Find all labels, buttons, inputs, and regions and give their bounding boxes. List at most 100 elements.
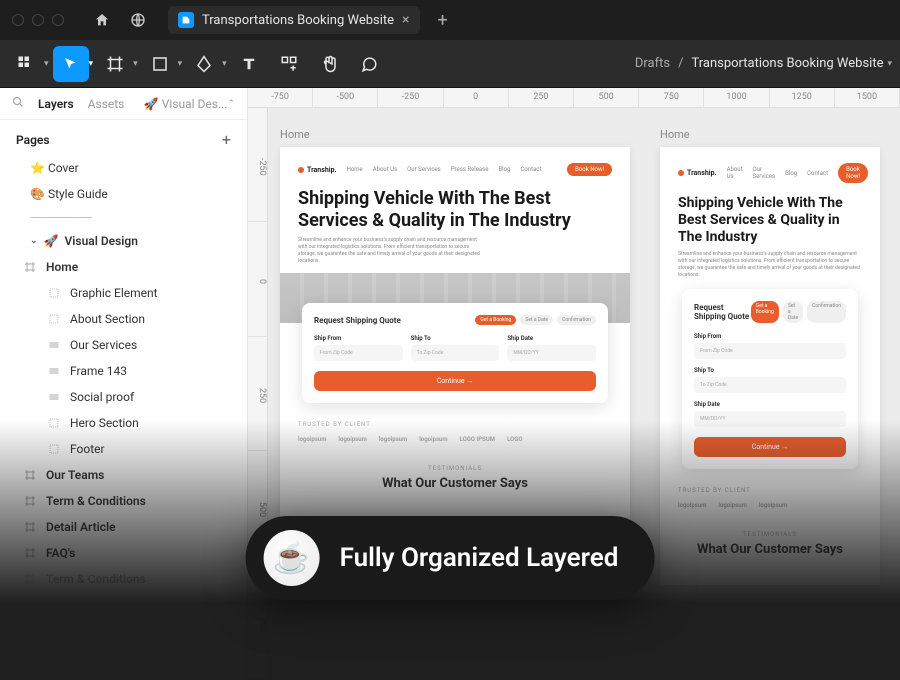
trusted-label: TRUSTED BY CLIENT xyxy=(298,421,612,428)
artboard-mobile[interactable]: Home Tranship. About Us Our Services Blo… xyxy=(660,128,880,660)
hand-tool-icon[interactable] xyxy=(311,46,347,82)
artboard-frame[interactable]: Tranship. Home About Us Our Services Pre… xyxy=(280,147,630,519)
window-controls xyxy=(12,14,64,26)
step-badge: Set a Date xyxy=(520,315,553,325)
move-tool-icon[interactable] xyxy=(53,46,89,82)
chevron-down-icon[interactable]: ▾ xyxy=(887,59,892,69)
hero-subtitle: Streamline and enhance your business's s… xyxy=(298,237,486,265)
layer-home[interactable]: Home xyxy=(0,254,247,280)
globe-icon[interactable] xyxy=(124,6,152,34)
nav-link: About Us xyxy=(373,166,397,173)
nav-link: About Us xyxy=(727,166,743,180)
shape-tool-icon[interactable] xyxy=(142,46,178,82)
tab-layers[interactable]: Layers xyxy=(38,97,74,111)
nav-link: Blog xyxy=(498,166,510,173)
sidebar-tabs: Layers Assets 🚀 Visual Des... ⌃ xyxy=(0,88,247,120)
site-nav: Tranship. About Us Our Services Blog Con… xyxy=(678,163,862,183)
layer-our-services[interactable]: Our Services xyxy=(0,332,247,358)
frame-tool-icon[interactable] xyxy=(97,46,133,82)
field-ship-from: Ship FromFrom Zip Code xyxy=(314,335,403,361)
nav-link: Contact xyxy=(807,170,828,177)
chevron-icon: ⌃ xyxy=(227,99,235,109)
chevron-down-icon[interactable]: ▾ xyxy=(178,59,183,69)
layer-detail-article[interactable]: Detail Article xyxy=(0,514,247,540)
hero-subtitle: Streamline and enhance your business's s… xyxy=(678,251,862,279)
maximize-window-icon[interactable] xyxy=(52,14,64,26)
text-tool-icon[interactable] xyxy=(231,46,267,82)
add-page-button[interactable]: + xyxy=(222,130,231,149)
frame-icon xyxy=(24,261,38,273)
group-icon xyxy=(48,443,62,455)
breadcrumb-current[interactable]: Transportations Booking Website xyxy=(691,56,883,71)
client-logos: logoipsum logoipsum logoipsum xyxy=(678,502,862,509)
resources-tool-icon[interactable] xyxy=(271,46,307,82)
layer-hero-section[interactable]: Hero Section xyxy=(0,410,247,436)
step-badge: Get a Booking xyxy=(751,301,779,323)
chevron-down-icon[interactable]: ▾ xyxy=(222,59,227,69)
layer-footer[interactable]: Footer xyxy=(0,436,247,462)
file-tab[interactable]: Transportations Booking Website × xyxy=(168,6,420,34)
layer-our-teams[interactable]: Our Teams xyxy=(0,462,247,488)
chevron-down-icon: ⌄ xyxy=(30,236,38,246)
hero-title: Shipping Vehicle With The Best Services … xyxy=(678,195,862,245)
nav-link: Blog xyxy=(785,170,797,177)
field-ship-to: Ship ToTo Zip Code xyxy=(694,367,846,393)
chevron-down-icon[interactable]: ▾ xyxy=(133,59,138,69)
frame-icon xyxy=(24,495,38,507)
field-ship-date: Ship DateMM/DD/YY xyxy=(507,335,596,361)
layer-terms[interactable]: Term & Conditions xyxy=(0,488,247,514)
tab-assets[interactable]: Assets xyxy=(88,97,125,111)
field-ship-to: Ship ToTo Zip Code xyxy=(411,335,500,361)
trusted-label: TRUSTED BY CLIENT xyxy=(678,487,862,494)
breadcrumb: Drafts / Transportations Booking Website… xyxy=(635,56,892,71)
titlebar: Transportations Booking Website × + xyxy=(0,0,900,40)
new-tab-button[interactable]: + xyxy=(428,6,458,35)
testimonials-label: TESTIMONIALS xyxy=(298,465,612,472)
step-badge: Set a Date xyxy=(783,301,803,323)
logo: Tranship. xyxy=(678,169,717,177)
close-window-icon[interactable] xyxy=(12,14,24,26)
quote-card: Request Shipping Quote Get a Booking Set… xyxy=(682,289,858,469)
toolbar: ▾ ▾ ▾ ▾ ▾ Drafts / Transportations Booki… xyxy=(0,40,900,88)
layer-graphic-element[interactable]: Graphic Element xyxy=(0,280,247,306)
minimize-window-icon[interactable] xyxy=(32,14,44,26)
layer-faqs[interactable]: FAQ's xyxy=(0,540,247,566)
breadcrumb-parent[interactable]: Drafts xyxy=(635,56,670,71)
step-badge: Confirmation xyxy=(557,315,596,325)
layer-about-section[interactable]: About Section xyxy=(0,306,247,332)
pages-header: Pages + xyxy=(0,120,247,155)
breadcrumb-separator: / xyxy=(678,56,683,71)
search-icon[interactable] xyxy=(12,96,24,111)
main-menu-icon[interactable] xyxy=(8,46,44,82)
continue-button: Continue → xyxy=(694,437,846,457)
layers-list: Home Graphic Element About Section Our S… xyxy=(0,254,247,680)
logo: Tranship. xyxy=(298,166,337,174)
frame-icon xyxy=(24,573,38,585)
layer-frame-143[interactable]: Frame 143 xyxy=(0,358,247,384)
step-badge: Confirmation xyxy=(807,301,846,323)
layer-social-proof[interactable]: Social proof xyxy=(0,384,247,410)
ruler-vertical: -250 0 250 500 750 xyxy=(248,108,268,680)
promo-text: Fully Organized Layered xyxy=(340,543,619,573)
testimonials-title: What Our Customer Says xyxy=(298,476,612,491)
frame-icon xyxy=(24,547,38,559)
home-icon[interactable] xyxy=(88,6,116,34)
step-badge: Get a Booking xyxy=(475,315,516,325)
layer-terms-2[interactable]: Term & Conditions xyxy=(0,566,247,592)
nav-link: Contact xyxy=(520,166,541,173)
artboard-frame[interactable]: Tranship. About Us Our Services Blog Con… xyxy=(660,147,880,585)
comment-tool-icon[interactable] xyxy=(351,46,387,82)
pen-tool-icon[interactable] xyxy=(186,46,222,82)
component-icon xyxy=(48,365,62,377)
nav-link: Our Services xyxy=(753,166,776,180)
tab-project[interactable]: 🚀 Visual Des... ⌃ xyxy=(144,97,235,111)
page-style-guide[interactable]: 🎨 Style Guide xyxy=(0,181,247,207)
testimonials-label: TESTIMONIALS xyxy=(678,531,862,538)
page-visual-design[interactable]: ⌄ 🚀 Visual Design xyxy=(0,228,247,254)
close-tab-icon[interactable]: × xyxy=(402,12,409,28)
page-cover[interactable]: ⭐ Cover xyxy=(0,155,247,181)
quote-card: Request Shipping Quote Get a Booking Set… xyxy=(302,303,608,403)
chevron-down-icon[interactable]: ▾ xyxy=(89,59,94,69)
chevron-down-icon[interactable]: ▾ xyxy=(44,59,49,69)
field-ship-from: Ship FromFrom Zip Code xyxy=(694,333,846,359)
